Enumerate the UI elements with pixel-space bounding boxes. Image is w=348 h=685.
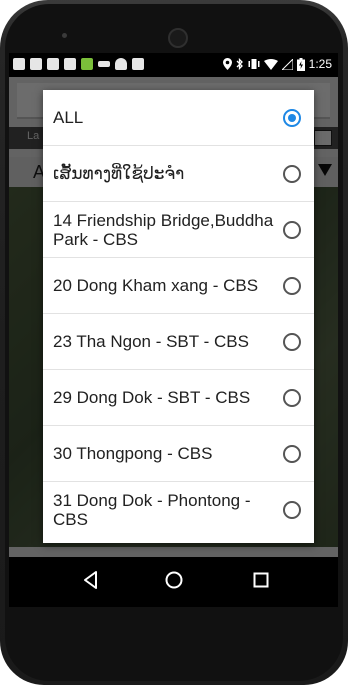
route-option-label: 29 Dong Dok - SBT - CBS: [53, 388, 251, 407]
location-icon: [222, 58, 232, 70]
radio-unchecked-icon[interactable]: [283, 444, 301, 463]
calendar-icon: [64, 58, 76, 70]
route-option[interactable]: 30 Thongpong - CBS: [43, 426, 314, 482]
recents-icon[interactable]: [252, 570, 270, 590]
screen: 1:25 La A ALLເສັ້ນທາງທີ່ໃຊ້ປະຈຳ14 Friend…: [9, 53, 338, 607]
radio-checked-icon[interactable]: [283, 108, 301, 127]
image-icon: [30, 58, 42, 70]
facebook-icon: [13, 58, 25, 70]
route-option[interactable]: ເສັ້ນທາງທີ່ໃຊ້ປະຈຳ: [43, 146, 314, 202]
radio-unchecked-icon[interactable]: [283, 220, 301, 239]
back-icon[interactable]: [83, 570, 99, 590]
home-icon[interactable]: [164, 570, 184, 590]
route-option[interactable]: 29 Dong Dok - SBT - CBS: [43, 370, 314, 426]
route-option-label: 30 Thongpong - CBS: [53, 444, 213, 463]
android-icon: [115, 58, 127, 70]
route-option-label: 14 Friendship Bridge,Buddha Park - CBS: [53, 210, 274, 249]
navigation-bar: [9, 557, 338, 607]
clock: 1:25: [308, 57, 332, 71]
signal-icon: [281, 58, 293, 70]
radio-unchecked-icon[interactable]: [283, 501, 301, 519]
route-option[interactable]: 14 Friendship Bridge,Buddha Park - CBS: [43, 202, 314, 258]
route-option-label: 31 Dong Dok - Phontong - CBS: [53, 491, 251, 529]
voicemail-icon: [98, 61, 110, 67]
speaker-dot: [62, 33, 67, 38]
radio-unchecked-icon[interactable]: [283, 164, 301, 183]
app-icon: [81, 58, 93, 70]
radio-unchecked-icon[interactable]: [283, 388, 301, 407]
route-option-label: 23 Tha Ngon - SBT - CBS: [53, 332, 249, 351]
wifi-icon: [263, 58, 278, 70]
route-option[interactable]: 31 Dong Dok - Phontong - CBS: [43, 482, 314, 538]
notification-icons: [13, 58, 144, 70]
route-option[interactable]: 20 Dong Kham xang - CBS: [43, 258, 314, 314]
battery-icon: [296, 57, 305, 71]
image-icon: [132, 58, 144, 70]
route-option-label: ເສັ້ນທາງທີ່ໃຊ້ປະຈຳ: [53, 164, 185, 183]
radio-unchecked-icon[interactable]: [283, 276, 301, 295]
route-option[interactable]: 23 Tha Ngon - SBT - CBS: [43, 314, 314, 370]
image-icon: [47, 58, 59, 70]
system-icons: 1:25: [222, 57, 332, 71]
radio-unchecked-icon[interactable]: [283, 332, 301, 351]
route-option-label: 20 Dong Kham xang - CBS: [53, 276, 259, 295]
status-bar: 1:25: [9, 53, 338, 77]
bluetooth-icon: [236, 58, 243, 70]
route-option[interactable]: ALL: [43, 90, 314, 146]
route-option-label: ALL: [53, 108, 84, 127]
vibrate-icon: [248, 59, 260, 69]
front-camera: [168, 28, 188, 48]
route-select-dialog: ALL ເສັ້ນທາງທີ່ໃຊ້ປະຈຳ 14 Friendship Bridg…: [43, 90, 314, 543]
phone-frame: 1:25 La A ALLເສັ້ນທາງທີ່ໃຊ້ປະຈຳ14 Friend…: [0, 0, 348, 685]
